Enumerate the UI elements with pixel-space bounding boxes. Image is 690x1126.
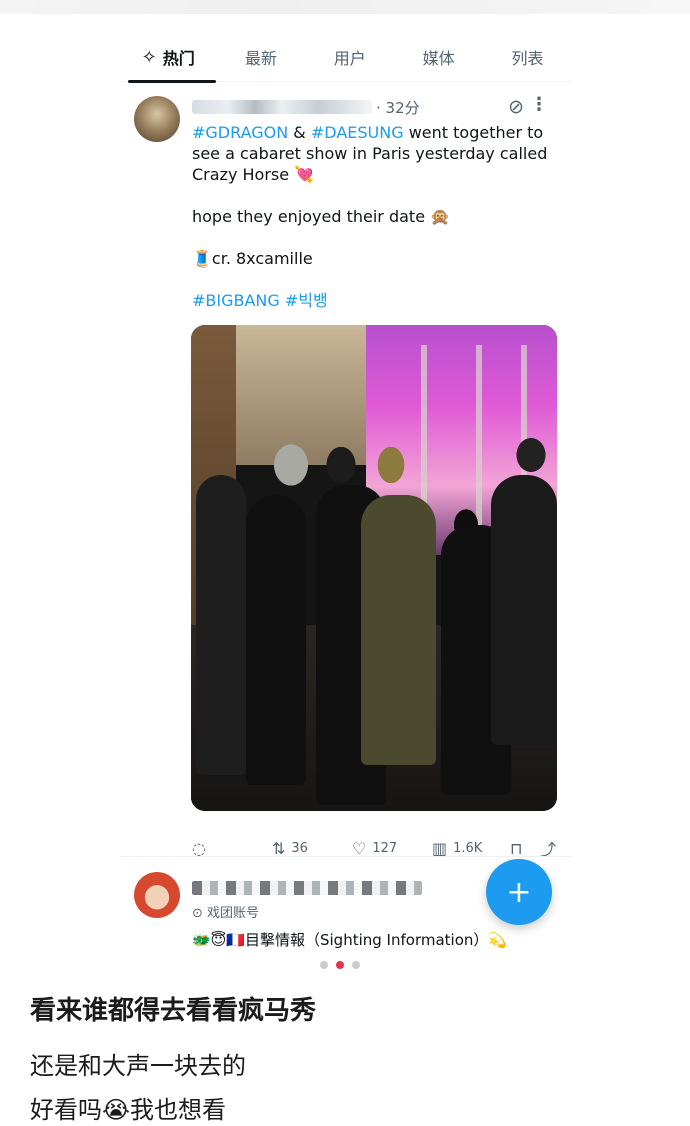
grok-icon[interactable]: ⊘: [508, 96, 524, 118]
retweet-button[interactable]: ⇅ 36: [272, 839, 352, 858]
tweet-photo[interactable]: [191, 325, 557, 811]
text-segment: &: [288, 123, 311, 142]
hashtag-link[interactable]: #DAESUNG: [311, 123, 404, 142]
hashtag-link[interactable]: #GDRAGON: [192, 123, 288, 142]
caption-line: 还是和大声一块去的: [30, 1052, 246, 1080]
more-icon[interactable]: ⋮: [530, 94, 548, 115]
photo-detail: [196, 475, 246, 775]
tweet[interactable]: · 32分 ⊘ ⋮ #GDRAGON & #DAESUNG went toget…: [120, 84, 572, 859]
tab-label: 媒体: [422, 49, 455, 68]
tab-label: 热门: [162, 49, 195, 68]
plus-icon: +: [506, 874, 532, 910]
carousel-indicator: [320, 961, 370, 971]
reply-icon: ◌: [192, 838, 206, 858]
caption-line: 好看吗😭我也想看: [30, 1096, 227, 1124]
heart-icon: ♡: [352, 838, 367, 858]
tweet-header: · 32分 ⊘ ⋮: [192, 94, 562, 118]
blurred-username[interactable]: [192, 881, 422, 895]
twitter-screenshot: ✧ 热门 最新 用户 媒体 列表 · 32分 ⊘ ⋮ #GDRAGON & #D…: [120, 14, 572, 956]
tab-media[interactable]: 媒体: [394, 32, 483, 82]
views-button[interactable]: ▥ 1.6K: [432, 839, 510, 858]
bookmark-button[interactable]: ⊓: [510, 839, 540, 858]
divider: [120, 856, 572, 857]
hashtag-links[interactable]: #BIGBANG #빅뱅: [192, 290, 562, 311]
photo-detail: [361, 495, 436, 765]
tab-lists[interactable]: 列表: [483, 32, 572, 82]
tab-label: 用户: [333, 49, 366, 68]
carousel-dot[interactable]: [320, 961, 328, 969]
tab-users[interactable]: 用户: [305, 32, 394, 82]
carousel-dot[interactable]: [352, 961, 360, 969]
tab-bar: ✧ 热门 最新 用户 媒体 列表: [120, 32, 572, 83]
account-label: ⊙ 戏团账号: [192, 906, 260, 921]
retweet-icon: ⇅: [272, 838, 286, 858]
avatar[interactable]: [134, 96, 180, 142]
avatar[interactable]: [134, 872, 180, 918]
tab-label: 列表: [511, 49, 544, 68]
timestamp[interactable]: · 32分: [376, 97, 420, 118]
carousel-dot-active[interactable]: [336, 961, 344, 969]
compose-button[interactable]: +: [486, 859, 552, 925]
tab-latest[interactable]: 最新: [216, 32, 305, 82]
tab-label: 最新: [244, 49, 277, 68]
like-count: 127: [372, 840, 398, 856]
credit-line: 🧵cr. 8xcamille: [192, 249, 313, 268]
bookmark-icon: ⊓: [510, 838, 523, 858]
view-count: 1.6K: [453, 840, 483, 856]
tab-active-indicator: [128, 80, 217, 83]
retweet-count: 36: [291, 840, 308, 856]
top-strip: [0, 0, 690, 14]
tweet-text: 🐲😇🇫🇷目撃情報（Sighting Information）💫: [192, 931, 508, 949]
tweet-text: #GDRAGON & #DAESUNG went together to see…: [192, 122, 562, 332]
chart-bar-icon: ▥: [432, 838, 448, 858]
caption-line: 看来谁都得去看看疯马秀: [30, 996, 317, 1026]
tab-hot[interactable]: ✧ 热门: [120, 32, 217, 83]
sparkle-icon: ✧: [141, 46, 157, 68]
text-line: hope they enjoyed their date 🙊: [192, 207, 451, 226]
photo-detail: [246, 495, 306, 785]
blurred-username[interactable]: [192, 100, 372, 114]
photo-detail: [491, 475, 557, 745]
reply-button[interactable]: ◌: [192, 839, 272, 858]
like-button[interactable]: ♡ 127: [352, 839, 432, 858]
